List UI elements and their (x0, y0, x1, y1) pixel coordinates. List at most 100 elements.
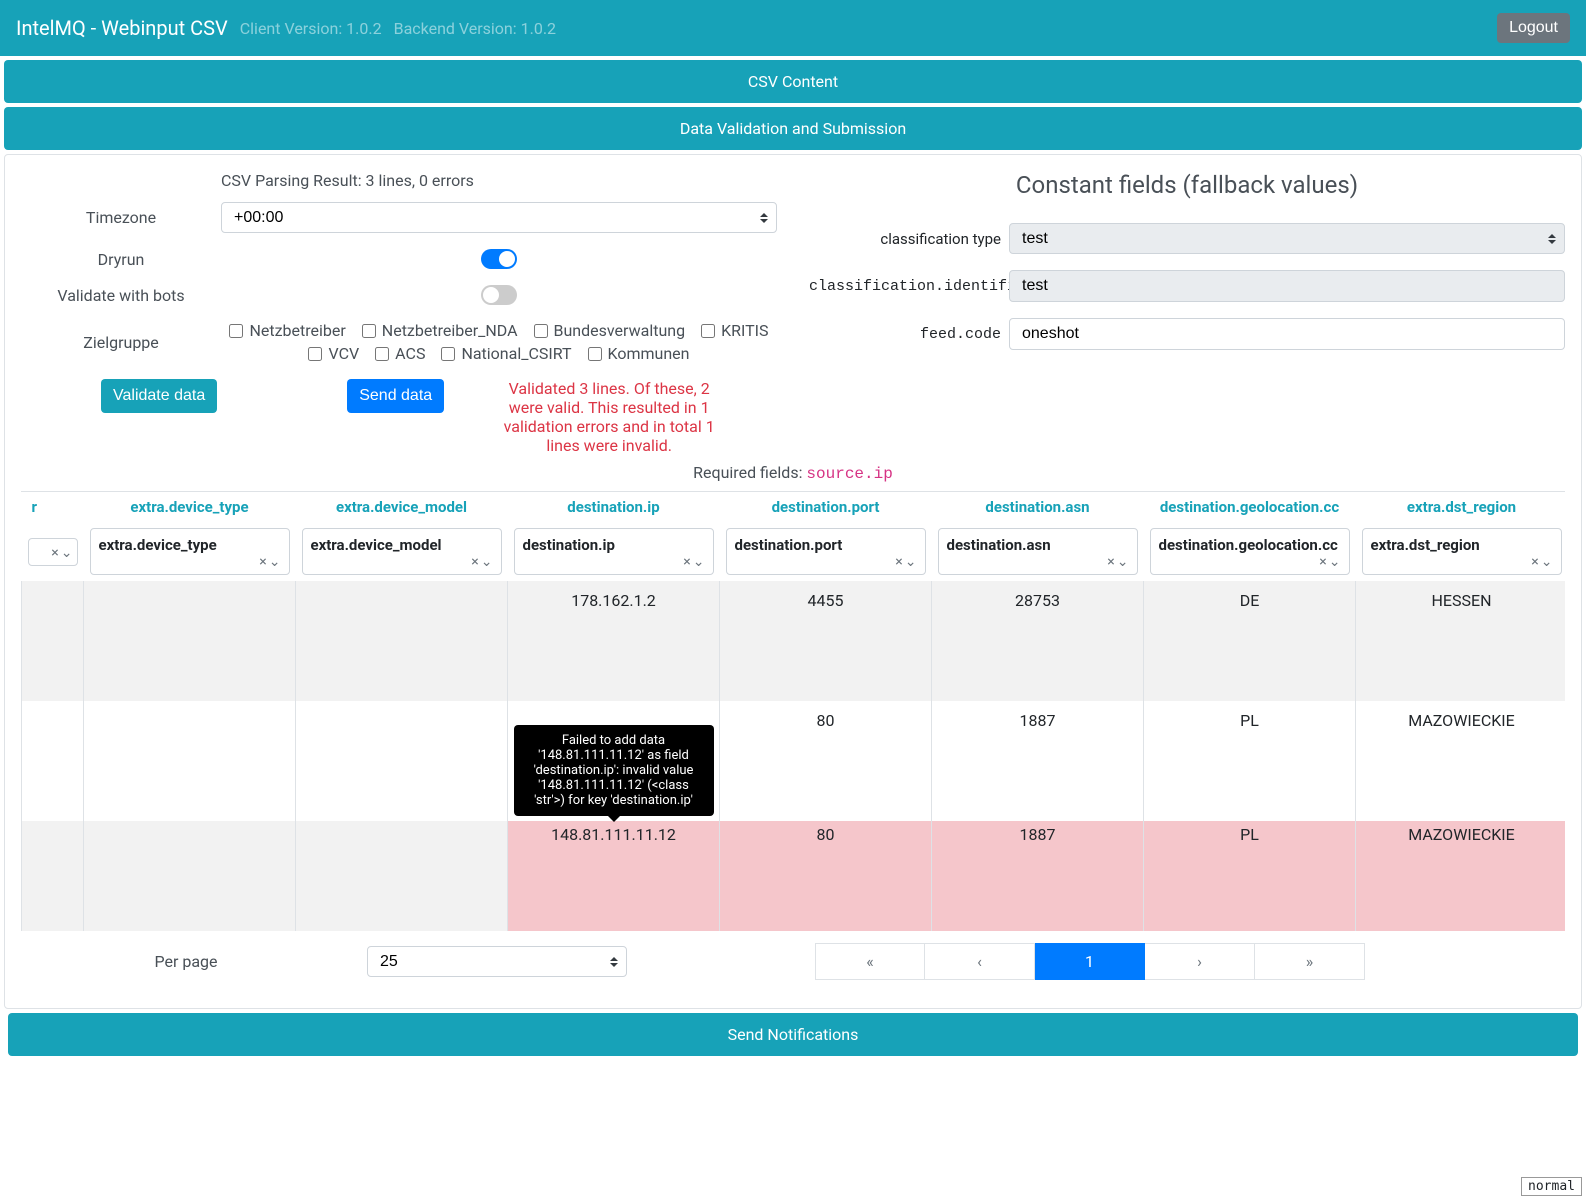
table-cell (22, 701, 84, 821)
table-cell: 80 (720, 701, 932, 821)
timezone-label: Timezone (21, 208, 221, 227)
validation-body: CSV Parsing Result: 3 lines, 0 errors Ti… (4, 154, 1582, 1009)
zielgruppe-checkbox[interactable] (308, 347, 322, 361)
clear-icon[interactable]: × (1107, 554, 1114, 570)
data-table: rextra.device_typeextra.device_modeldest… (21, 492, 1565, 931)
zielgruppe-checkbox[interactable] (375, 347, 389, 361)
zielgruppe-checkbox[interactable] (534, 324, 548, 338)
section-csv-content[interactable]: CSV Content (4, 60, 1582, 103)
send-notifications-button[interactable]: Send Notifications (8, 1013, 1578, 1056)
column-field-selector[interactable]: destination.ip×⌄ (514, 528, 714, 575)
dryrun-toggle[interactable] (481, 249, 517, 269)
column-field-selector[interactable]: destination.asn×⌄ (938, 528, 1138, 575)
chevron-down-icon[interactable]: ⌄ (1541, 554, 1553, 570)
clear-icon[interactable]: × (895, 554, 902, 570)
per-page-select[interactable]: 25 (367, 946, 627, 977)
zielgruppe-kritis[interactable]: KRITIS (701, 321, 768, 340)
column-header[interactable]: destination.ip (508, 492, 720, 522)
table-cell: 80 (720, 821, 932, 931)
chevron-down-icon[interactable]: ⌄ (905, 554, 917, 570)
chevron-down-icon[interactable]: ⌄ (481, 554, 493, 570)
table-cell: 178.162.1.2 (508, 581, 720, 701)
clear-icon[interactable]: × (471, 554, 478, 570)
zielgruppe-national_csirt[interactable]: National_CSIRT (441, 344, 571, 363)
table-cell: PL (1144, 821, 1356, 931)
page-current[interactable]: 1 (1035, 943, 1145, 980)
clear-icon[interactable]: × (1319, 554, 1326, 570)
validate-data-button[interactable]: Validate data (101, 379, 217, 413)
zielgruppe-checkbox[interactable] (229, 324, 243, 338)
table-cell (84, 581, 296, 701)
classification-identifier-input[interactable] (1009, 270, 1565, 302)
chevron-down-icon[interactable]: ⌄ (61, 545, 73, 561)
table-cell: MAZOWIECKIE (1356, 821, 1566, 931)
pagination: « ‹ 1 › » (815, 943, 1365, 980)
chevron-down-icon[interactable]: ⌄ (1329, 554, 1341, 570)
logout-button[interactable]: Logout (1497, 13, 1570, 43)
zielgruppe-checkbox[interactable] (588, 347, 602, 361)
table-cell (22, 821, 84, 931)
page-prev[interactable]: ‹ (925, 943, 1035, 980)
zielgruppe-netzbetreiber[interactable]: Netzbetreiber (229, 321, 345, 340)
column-field-selector[interactable]: extra.device_model×⌄ (302, 528, 502, 575)
table-cell: 28753 (932, 581, 1144, 701)
zielgruppe-bundesverwaltung[interactable]: Bundesverwaltung (534, 321, 686, 340)
clear-icon[interactable]: × (1531, 554, 1538, 570)
dryrun-label: Dryrun (21, 250, 221, 269)
column-field-selector[interactable]: destination.geolocation.cc×⌄ (1150, 528, 1350, 575)
page-first[interactable]: « (815, 943, 925, 980)
navbar-brand: IntelMQ - Webinput CSV (16, 16, 228, 40)
validation-message: Validated 3 lines. Of these, 2 were vali… (494, 379, 724, 455)
send-data-button[interactable]: Send data (347, 379, 444, 413)
column-header[interactable]: r (22, 492, 84, 522)
navbar: IntelMQ - Webinput CSV Client Version: 1… (0, 0, 1586, 56)
chevron-down-icon[interactable]: ⌄ (1117, 554, 1129, 570)
column-header[interactable]: destination.asn (932, 492, 1144, 522)
zielgruppe-vcv[interactable]: VCV (308, 344, 359, 363)
column-header[interactable]: destination.port (720, 492, 932, 522)
feed-code-input[interactable] (1009, 318, 1565, 350)
page-last[interactable]: » (1255, 943, 1365, 980)
table-cell: 1887 (932, 701, 1144, 821)
column-field-selector[interactable]: destination.port×⌄ (726, 528, 926, 575)
column-field-selector[interactable]: extra.device_type×⌄ (90, 528, 290, 575)
zielgruppe-acs[interactable]: ACS (375, 344, 425, 363)
constant-fields-title: Constant fields (fallback values) (809, 171, 1565, 199)
zielgruppe-checkbox[interactable] (701, 324, 715, 338)
mode-badge: normal (1521, 1177, 1582, 1196)
validate-bots-toggle[interactable] (481, 285, 517, 305)
classification-type-select[interactable]: test (1009, 223, 1565, 254)
column-header[interactable]: extra.dst_region (1356, 492, 1566, 522)
table-cell: 1887 (932, 821, 1144, 931)
clear-icon[interactable]: × (51, 545, 58, 561)
column-header[interactable]: extra.device_model (296, 492, 508, 522)
chevron-down-icon[interactable]: ⌄ (693, 554, 705, 570)
table-cell: PL (1144, 701, 1356, 821)
clear-icon[interactable]: × (683, 554, 690, 570)
clear-icon[interactable]: × (259, 554, 266, 570)
zielgruppe-checkbox[interactable] (441, 347, 455, 361)
chevron-down-icon[interactable]: ⌄ (269, 554, 281, 570)
column-field-selector[interactable]: ×⌄ (28, 538, 78, 566)
table-cell (84, 821, 296, 931)
column-header[interactable]: destination.geolocation.cc (1144, 492, 1356, 522)
data-table-wrap: rextra.device_typeextra.device_modeldest… (21, 491, 1565, 931)
zielgruppe-checkbox[interactable] (362, 324, 376, 338)
table-cell: 4455 (720, 581, 932, 701)
validate-bots-label: Validate with bots (21, 286, 221, 305)
per-page-label: Per page (21, 952, 351, 971)
zielgruppe-kommunen[interactable]: Kommunen (588, 344, 690, 363)
column-field-selector[interactable]: extra.dst_region×⌄ (1362, 528, 1562, 575)
feed-code-label: feed.code (809, 326, 1009, 343)
classification-identifier-label: classification.identifier (809, 278, 1009, 295)
section-validation[interactable]: Data Validation and Submission (4, 107, 1582, 150)
table-cell: MAZOWIECKIE (1356, 701, 1566, 821)
page-next[interactable]: › (1145, 943, 1255, 980)
column-header[interactable]: extra.device_type (84, 492, 296, 522)
table-cell: HESSEN (1356, 581, 1566, 701)
zielgruppe-netzbetreiber_nda[interactable]: Netzbetreiber_NDA (362, 321, 518, 340)
table-cell (296, 701, 508, 821)
table-cell (296, 581, 508, 701)
timezone-select[interactable]: +00:00 (221, 202, 777, 233)
backend-version: Backend Version: 1.0.2 (394, 19, 556, 38)
